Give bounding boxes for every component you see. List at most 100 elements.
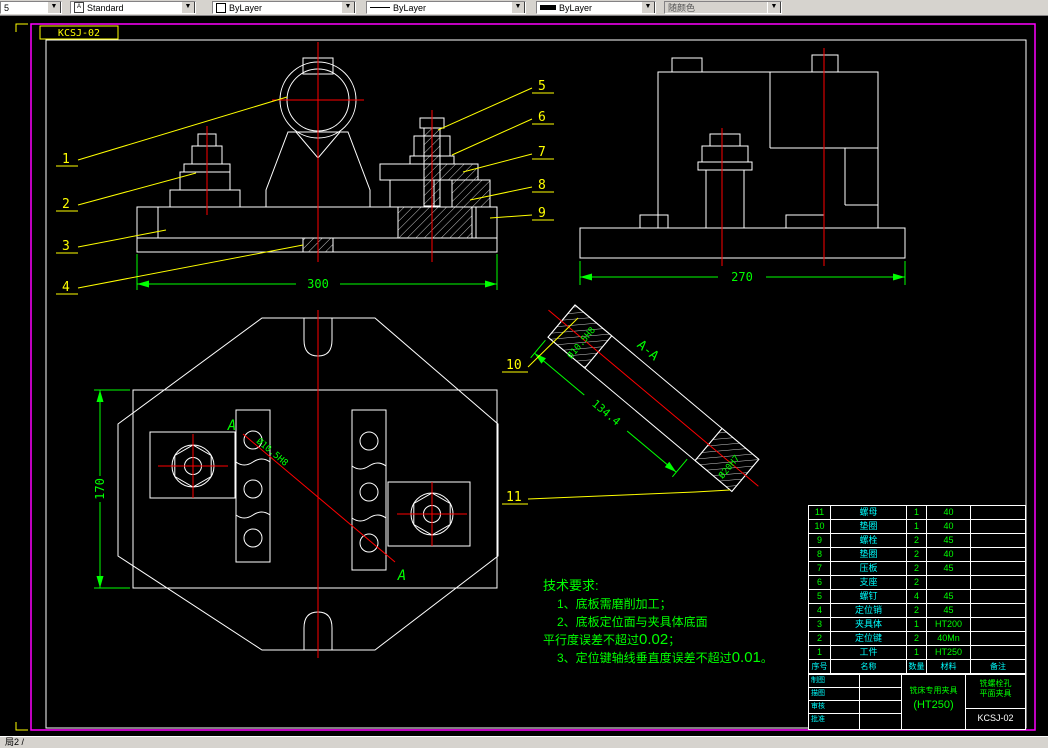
part-no: 5 [809, 590, 831, 603]
section-arrow-label-top: A [227, 418, 236, 434]
chevron-down-icon[interactable]: ▼ [181, 2, 195, 13]
title-block-label: 批准 [811, 716, 825, 723]
part-no: 1 [809, 646, 831, 659]
part-qty: 2 [907, 562, 927, 575]
drawing-title-line-1: 铣螺栓孔 [979, 679, 1012, 688]
table-row: 9 螺栓 2 45 [809, 534, 1025, 548]
section-title-label: A-A [634, 338, 662, 365]
title-block-right-cell: 铣螺栓孔 平面夹具 KCSJ-02 [965, 675, 1025, 729]
part-note [971, 632, 1025, 645]
chevron-down-icon[interactable]: ▼ [47, 2, 61, 13]
title-block-values [859, 675, 901, 729]
table-row: 7 压板 2 45 [809, 562, 1025, 576]
part-material: 45 [927, 534, 971, 547]
part-qty: 4 [907, 590, 927, 603]
technical-requirements: 技术要求: 1、底板需磨削加工； 2、底板定位面与夹具体底面 平行度误差不超过0… [543, 577, 773, 667]
doc-code-label: KCSJ-02 [58, 28, 100, 39]
callout-11: 11 [506, 490, 522, 505]
part-no: 3 [809, 618, 831, 631]
fixture-name: 铣床专用夹具 [909, 686, 958, 695]
part-name: 垫圈 [831, 548, 907, 561]
status-text: 局2 / [5, 737, 25, 747]
lineweight-combo[interactable]: ByLayer ▼ [536, 1, 656, 14]
part-qty: 1 [907, 618, 927, 631]
tech-req-item-2a: 2、底板定位面与夹具体底面 [557, 615, 708, 629]
part-name: 支座 [831, 576, 907, 589]
status-bar: 局2 / [0, 736, 1048, 748]
title-block-name-cell: 铣床专用夹具 (HT250) [901, 675, 965, 729]
part-no: 4 [809, 604, 831, 617]
part-material: 45 [927, 562, 971, 575]
part-note [971, 590, 1025, 603]
parts-table-header: 序号 名称 数量 材料 备注 [809, 660, 1025, 674]
layer-combo[interactable]: 5 ▼ [0, 1, 62, 14]
callout-7: 7 [538, 145, 546, 160]
part-name: 夹具体 [831, 618, 907, 631]
color-combo[interactable]: ByLayer ▼ [212, 1, 356, 14]
part-no: 9 [809, 534, 831, 547]
chevron-down-icon[interactable]: ▼ [341, 2, 355, 13]
part-material: HT250 [927, 646, 971, 659]
tech-req-item-3: 3、定位键轴线垂直度误差不超过0.01。 [543, 649, 773, 667]
front-view [136, 42, 498, 262]
part-name: 定位键 [831, 632, 907, 645]
chevron-down-icon[interactable]: ▼ [511, 2, 525, 13]
part-note [971, 604, 1025, 617]
header-note: 备注 [990, 662, 1006, 671]
fixture-material: (HT250) [913, 699, 954, 711]
part-qty: 1 [907, 506, 927, 519]
plotstyle-combo[interactable]: 随颜色 ▼ [664, 1, 782, 14]
tech-req-item-1: 1、底板需磨削加工； [557, 597, 672, 611]
part-name: 螺母 [831, 506, 907, 519]
tech-req-item-3-text: 3、定位键轴线垂直度误差不超过 [557, 651, 732, 665]
part-qty: 2 [907, 604, 927, 617]
part-qty: 2 [907, 548, 927, 561]
tech-req-tolerance-2: 0.01 [731, 649, 761, 666]
header-no: 序号 [809, 660, 831, 673]
tech-req-item-2b-punct: ； [668, 633, 681, 647]
text-style-icon: A [74, 2, 84, 13]
callout-9: 9 [538, 206, 546, 221]
chevron-down-icon[interactable]: ▼ [767, 2, 781, 13]
header-qty: 数量 [907, 660, 927, 673]
part-note [971, 646, 1025, 659]
dim-text-134: 134.4 [589, 397, 623, 428]
color-combo-value: ByLayer [229, 2, 263, 13]
dim-text-170: 170 [93, 478, 107, 500]
table-row: 8 垫圈 2 40 [809, 548, 1025, 562]
part-material: 40 [927, 520, 971, 533]
chevron-down-icon[interactable]: ▼ [641, 2, 655, 13]
linetype-combo[interactable]: ByLayer ▼ [366, 1, 526, 14]
tech-req-title: 技术要求: [543, 578, 599, 593]
dim-side-width: 270 [579, 261, 906, 285]
drawing-number: KCSJ-02 [977, 713, 1014, 723]
part-material: 45 [927, 590, 971, 603]
header-name: 名称 [831, 660, 907, 673]
dim-text-270: 270 [731, 270, 753, 284]
text-style-combo[interactable]: A Standard ▼ [70, 1, 196, 14]
callout-8: 8 [538, 178, 546, 193]
cad-application-window: KCSJ-02 300 270 A A Ø10.5H8 170 134.4 A-… [0, 0, 1048, 748]
part-name: 螺栓 [831, 534, 907, 547]
part-name: 压板 [831, 562, 907, 575]
toolbar: 5 ▼ A Standard ▼ ByLayer ▼ ByLayer ▼ ByL… [0, 0, 1048, 16]
header-material: 材料 [927, 660, 971, 673]
drawing-title-line-2: 平面夹具 [979, 689, 1012, 698]
part-no: 10 [809, 520, 831, 533]
part-note [971, 562, 1025, 575]
callout-4: 4 [62, 280, 70, 295]
table-row: 6 支座 2 [809, 576, 1025, 590]
part-material: 45 [927, 604, 971, 617]
tech-req-tolerance-1: 0.02 [639, 631, 669, 648]
title-block-labels: 制图 描图 审核 批准 [809, 675, 859, 729]
part-material: 40 [927, 506, 971, 519]
plotstyle-combo-value: 随颜色 [668, 3, 696, 13]
part-qty: 2 [907, 576, 927, 589]
part-note [971, 576, 1025, 589]
callout-5: 5 [538, 79, 546, 94]
callout-6: 6 [538, 110, 546, 125]
part-note [971, 618, 1025, 631]
text-style-value: Standard [87, 2, 124, 13]
linetype-combo-value: ByLayer [393, 2, 427, 13]
part-qty: 1 [907, 646, 927, 659]
